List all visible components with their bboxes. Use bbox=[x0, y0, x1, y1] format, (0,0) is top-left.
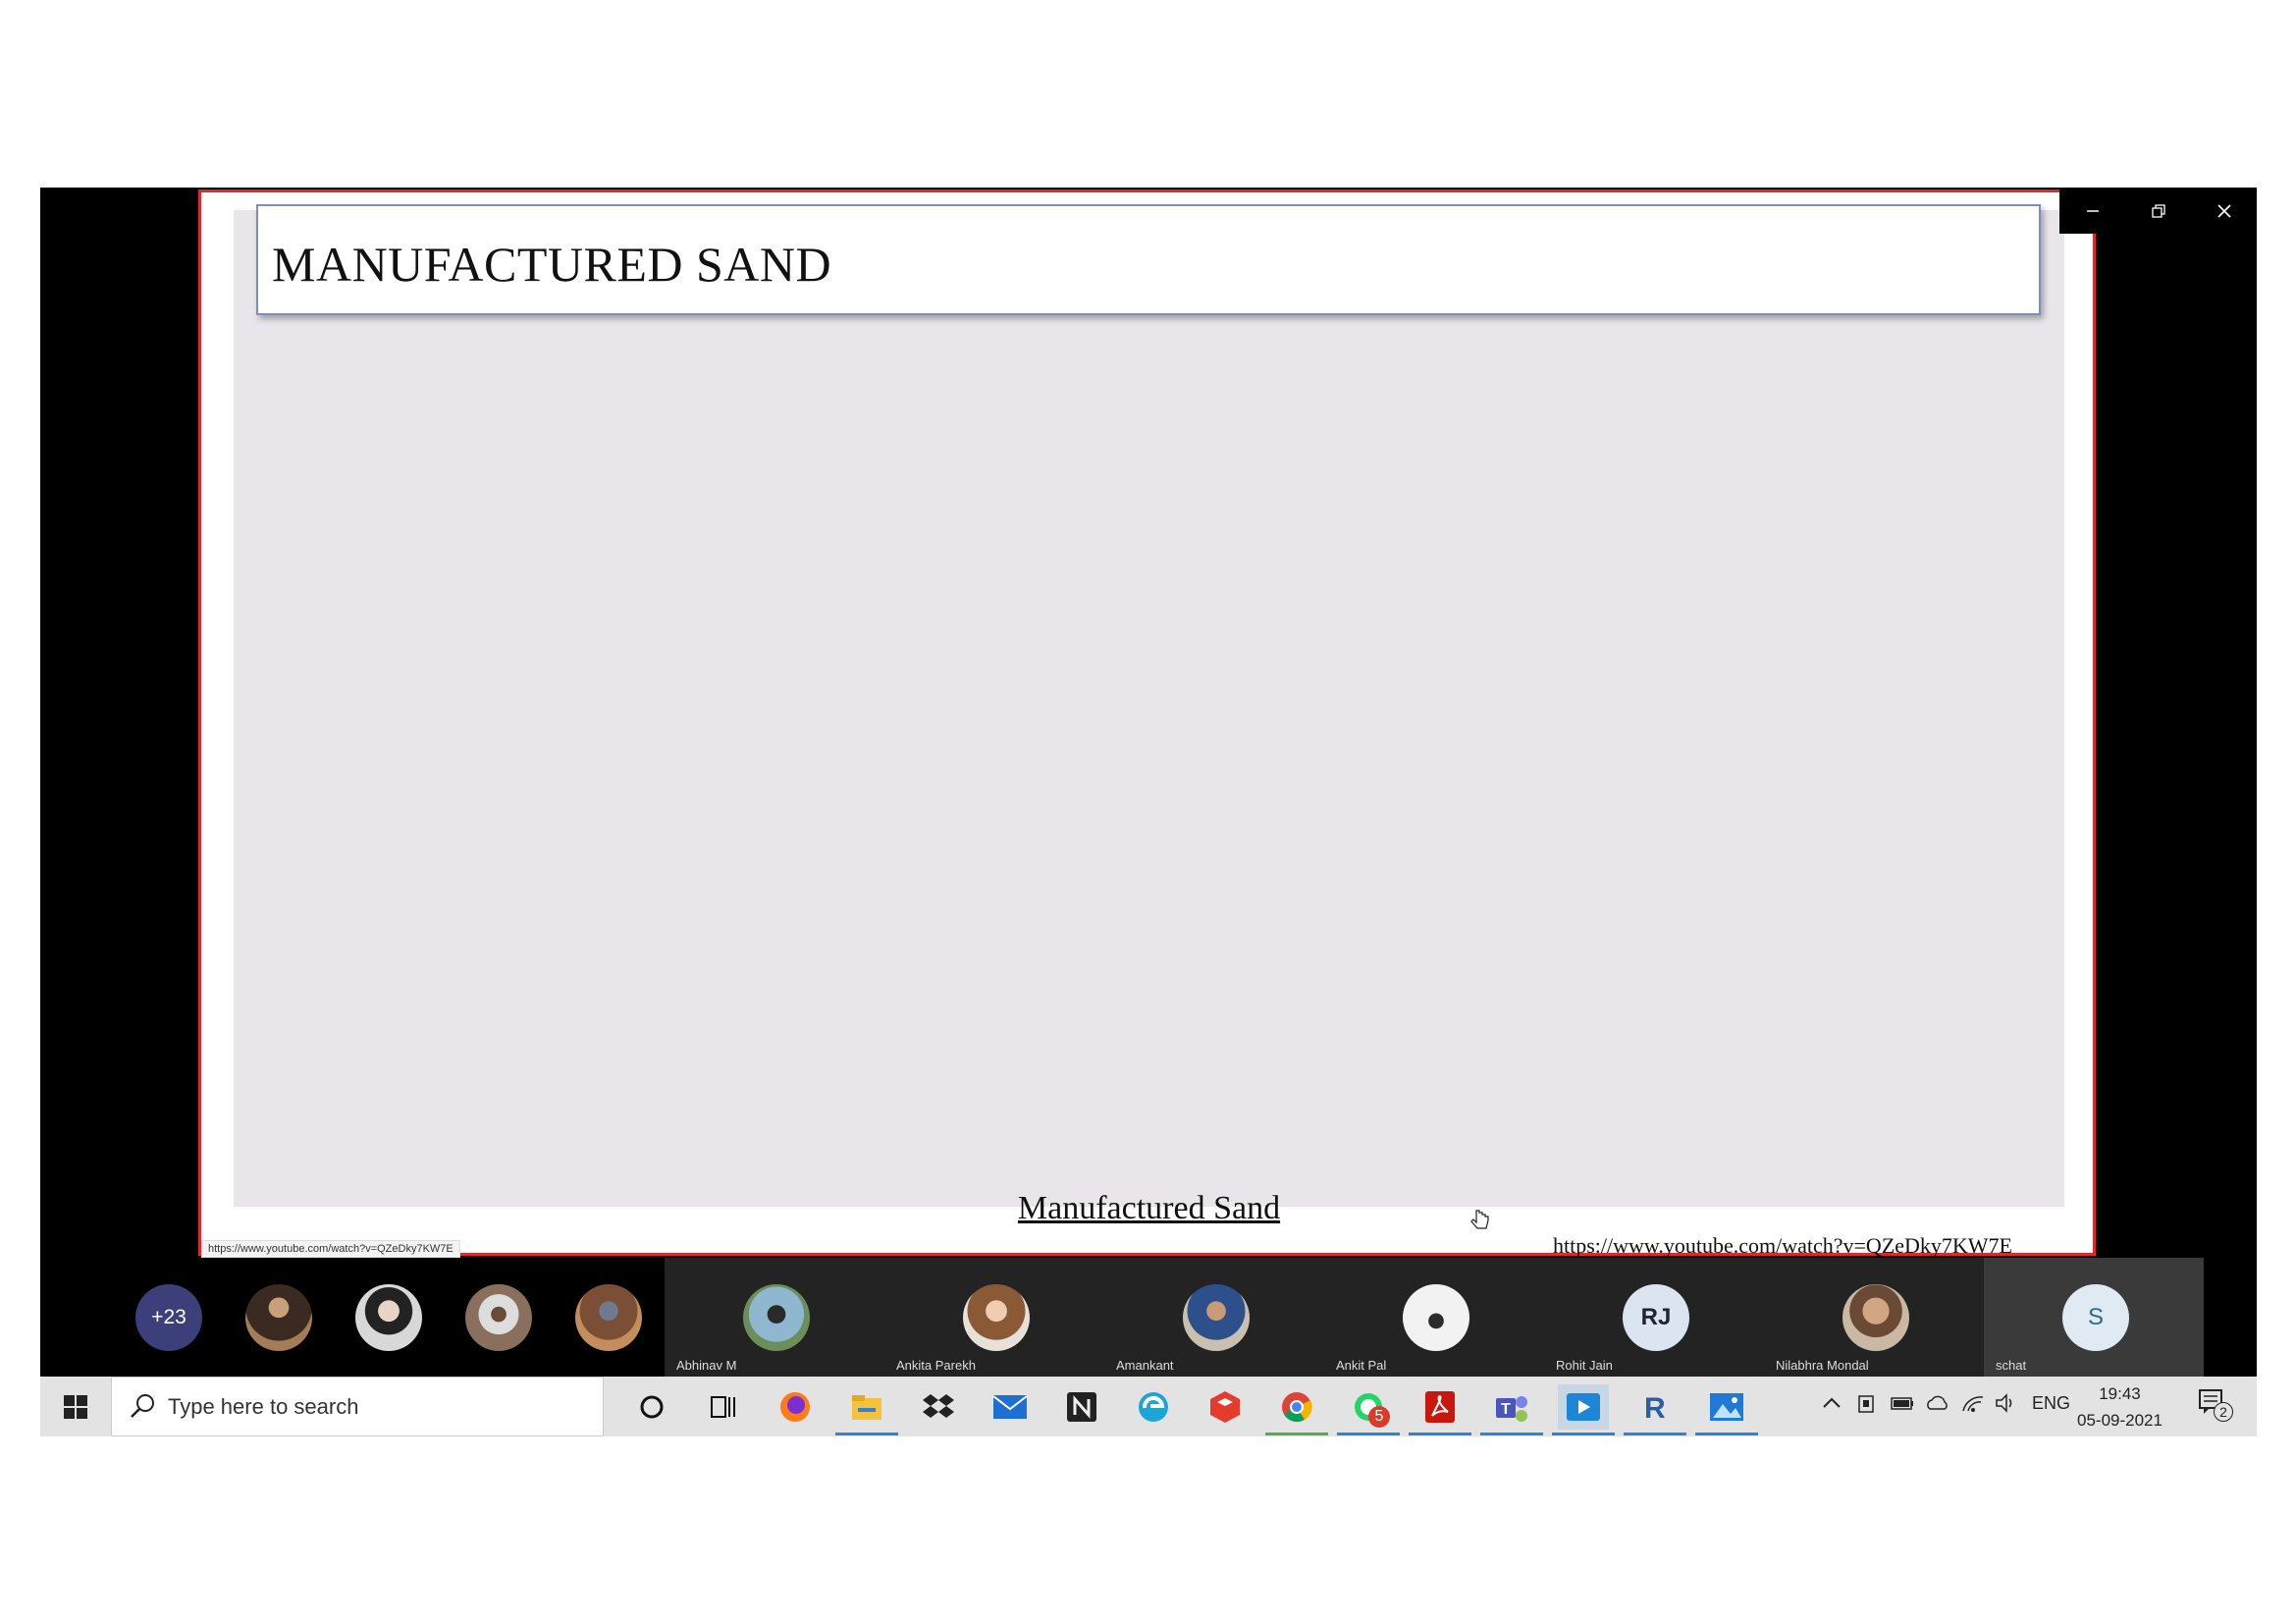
active-indicator bbox=[1409, 1433, 1471, 1435]
mail-icon[interactable] bbox=[985, 1384, 1036, 1430]
shared-screen-frame: MANUFACTURED SAND Manufactured Sand http… bbox=[198, 189, 2096, 1259]
search-icon bbox=[131, 1394, 154, 1418]
window-controls bbox=[2059, 188, 2257, 234]
participant-avatar[interactable] bbox=[465, 1284, 532, 1351]
participant-strip: +23 Abhinav M Ankita Parekh Amankant Ank… bbox=[40, 1258, 2257, 1377]
participant-avatar bbox=[963, 1284, 1030, 1351]
screen: MANUFACTURED SAND Manufactured Sand http… bbox=[40, 188, 2257, 1436]
whatsapp-badge: 5 bbox=[1368, 1406, 1390, 1428]
firefox-icon[interactable] bbox=[770, 1384, 821, 1430]
slide-link[interactable]: Manufactured Sand bbox=[234, 1190, 2064, 1227]
media-player-icon[interactable] bbox=[1552, 1384, 1615, 1435]
taskbar: Type here to search 5 T R ENG 19:43 05-0… bbox=[40, 1377, 2257, 1436]
active-indicator bbox=[835, 1433, 898, 1435]
participant-avatar bbox=[743, 1284, 810, 1351]
participant-avatar: RJ bbox=[1623, 1284, 1689, 1351]
sketchup-icon[interactable] bbox=[1200, 1384, 1251, 1430]
participant-name: Abhinav M bbox=[676, 1358, 737, 1373]
participant-avatar[interactable] bbox=[355, 1284, 422, 1351]
hand-cursor-icon bbox=[1470, 1210, 1489, 1229]
participant-name: schat bbox=[1996, 1358, 2027, 1373]
participant-name: Rohit Jain bbox=[1556, 1358, 1613, 1373]
notion-icon[interactable] bbox=[1056, 1384, 1107, 1430]
notification-icon[interactable]: 2 bbox=[2198, 1388, 2233, 1425]
language-indicator[interactable]: ENG bbox=[2032, 1393, 2070, 1414]
chrome-icon[interactable] bbox=[1265, 1384, 1328, 1435]
participant-tile[interactable]: Ankit Pal bbox=[1324, 1258, 1544, 1377]
slide-title: MANUFACTURED SAND bbox=[272, 237, 832, 292]
clock[interactable]: 19:43 05-09-2021 bbox=[2077, 1380, 2163, 1434]
slide: MANUFACTURED SAND Manufactured Sand bbox=[234, 204, 2064, 1229]
participant-tile[interactable]: S schat bbox=[1984, 1258, 2204, 1377]
participant-tile[interactable]: Abhinav M bbox=[665, 1258, 884, 1377]
participant-tile[interactable]: Amankant bbox=[1104, 1258, 1324, 1377]
speaker-icon[interactable] bbox=[1995, 1393, 2018, 1418]
more-participants-badge[interactable]: +23 bbox=[135, 1284, 202, 1351]
participant-avatar bbox=[1403, 1284, 1469, 1351]
active-indicator bbox=[1480, 1433, 1543, 1435]
participant-avatar[interactable] bbox=[245, 1284, 312, 1351]
notification-count: 2 bbox=[2214, 1402, 2233, 1422]
search-placeholder: Type here to search bbox=[168, 1394, 359, 1419]
participant-avatar bbox=[1842, 1284, 1909, 1351]
teams-icon[interactable]: T bbox=[1480, 1384, 1543, 1435]
status-url: https://www.youtube.com/watch?v=QZeDky7K… bbox=[201, 1240, 460, 1258]
slide-title-box: MANUFACTURED SAND bbox=[256, 204, 2041, 315]
participant-name: Amankant bbox=[1116, 1358, 1174, 1373]
clock-date: 05-09-2021 bbox=[2077, 1411, 2163, 1430]
participant-name: Ankit Pal bbox=[1336, 1358, 1387, 1373]
participant-avatar bbox=[1183, 1284, 1250, 1351]
file-explorer-icon[interactable] bbox=[835, 1384, 898, 1435]
photos-icon[interactable] bbox=[1695, 1384, 1758, 1435]
battery-icon[interactable] bbox=[1890, 1393, 1915, 1418]
participant-avatar[interactable] bbox=[575, 1284, 642, 1351]
participant-tile[interactable]: Nilabhra Mondal bbox=[1764, 1258, 1984, 1377]
participant-tile[interactable]: Ankita Parekh bbox=[884, 1258, 1104, 1377]
onedrive-icon[interactable] bbox=[1925, 1393, 1950, 1418]
device-icon[interactable] bbox=[1856, 1393, 1876, 1420]
active-indicator bbox=[1265, 1433, 1328, 1435]
clock-time: 19:43 bbox=[2099, 1384, 2141, 1403]
acrobat-icon[interactable] bbox=[1409, 1384, 1471, 1435]
wifi-icon[interactable] bbox=[1961, 1393, 1985, 1418]
active-indicator bbox=[1624, 1433, 1686, 1435]
slide-source-url[interactable]: https://www.youtube.com/watch?v=QZeDky7K… bbox=[1553, 1233, 2012, 1259]
active-indicator bbox=[1337, 1433, 1400, 1435]
participant-name: Ankita Parekh bbox=[896, 1358, 976, 1373]
cortana-icon[interactable] bbox=[626, 1384, 677, 1430]
active-indicator bbox=[1552, 1433, 1615, 1435]
chevron-up-icon[interactable] bbox=[1821, 1393, 1842, 1418]
edge-icon[interactable] bbox=[1128, 1384, 1179, 1430]
windows-start-icon[interactable] bbox=[40, 1377, 111, 1436]
participant-name: Nilabhra Mondal bbox=[1776, 1358, 1869, 1373]
active-indicator bbox=[1695, 1433, 1758, 1435]
svg-text:R: R bbox=[1644, 1392, 1666, 1424]
minimize-icon[interactable] bbox=[2059, 188, 2125, 234]
close-icon[interactable] bbox=[2191, 188, 2257, 234]
taskbar-search-box[interactable]: Type here to search bbox=[111, 1377, 604, 1436]
dropbox-icon[interactable] bbox=[913, 1384, 964, 1430]
restore-icon[interactable] bbox=[2125, 188, 2191, 234]
whatsapp-icon[interactable]: 5 bbox=[1337, 1384, 1400, 1435]
revit-icon[interactable]: R bbox=[1624, 1384, 1686, 1435]
task-view-icon[interactable] bbox=[698, 1384, 749, 1430]
svg-text:T: T bbox=[1501, 1401, 1511, 1418]
participant-avatar: S bbox=[2062, 1284, 2129, 1351]
participant-tile[interactable]: RJ Rohit Jain bbox=[1544, 1258, 1764, 1377]
